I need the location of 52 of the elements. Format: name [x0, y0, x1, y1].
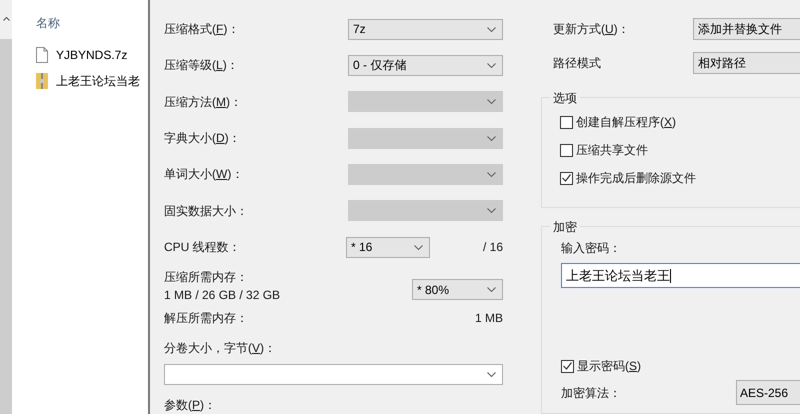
- dropdown[interactable]: 7z: [348, 18, 503, 40]
- file-item[interactable]: YJBYNDS.7z: [36, 46, 148, 64]
- field-label: 固实数据大小：: [164, 202, 248, 220]
- column-header[interactable]: 名称: [36, 14, 148, 32]
- dropdown[interactable]: 0 - 仅存储: [348, 54, 503, 76]
- thread-max: / 16: [482, 239, 503, 256]
- field-label: 输入密码：: [561, 240, 622, 257]
- field-label: 字典大小(D)：: [164, 130, 241, 148]
- field-label: 参数(P)：: [164, 398, 216, 412]
- field-label: 解压所需内存：: [164, 310, 248, 328]
- memory-usage: 1 MB / 26 GB / 32 GB: [164, 286, 280, 304]
- group-title: 选项: [550, 89, 580, 107]
- scrollbar[interactable]: [0, 0, 12, 414]
- file-item[interactable]: 上老王论坛当老: [36, 72, 148, 90]
- checkbox-label: 操作完成后删除源文件: [576, 170, 696, 187]
- zip-folder-icon: [36, 73, 48, 89]
- field-label: CPU 线程数：: [164, 239, 242, 256]
- checkbox-label: 创建自解压程序(X): [576, 114, 676, 131]
- dropdown[interactable]: * 80%: [412, 279, 503, 300]
- field-label: 单词大小(W)：: [164, 166, 244, 184]
- chevron-down-icon: [487, 172, 496, 177]
- field-label: 压缩方法(M)：: [164, 94, 242, 111]
- chevron-down-icon: [487, 287, 496, 292]
- chevron-down-icon: [487, 208, 496, 214]
- field-label: 分卷大小，字节(V)：: [164, 340, 276, 357]
- checkbox[interactable]: [561, 360, 574, 372]
- checkbox-label: 压缩共享文件: [576, 142, 648, 159]
- field-label: 加密算法：: [561, 384, 622, 402]
- field-label: 压缩所需内存：: [164, 268, 249, 286]
- field-label: 路径模式: [553, 56, 601, 70]
- dropdown[interactable]: 添加并替换文件: [693, 18, 800, 40]
- chevron-down-icon: [414, 244, 423, 250]
- checkbox[interactable]: [560, 144, 573, 156]
- chevron-down-icon: [487, 99, 496, 104]
- field-label: 压缩等级(L)：: [164, 57, 239, 74]
- dropdown[interactable]: * 16: [346, 236, 430, 258]
- chevron-down-icon: [487, 62, 496, 68]
- chevron-up-icon: [2, 17, 10, 21]
- document-icon: [36, 47, 48, 63]
- field-label: 更新方式(U)：: [553, 22, 630, 36]
- checkbox-label: 显示密码(S): [577, 358, 642, 375]
- checkbox[interactable]: [560, 116, 573, 128]
- chevron-down-icon: [487, 26, 496, 32]
- memory-value: 1 MB: [474, 310, 503, 328]
- dropdown[interactable]: AES-256: [736, 380, 800, 405]
- checkbox[interactable]: [560, 172, 573, 184]
- dropdown[interactable]: 相对路径: [693, 52, 800, 74]
- volume-size-combo[interactable]: [164, 364, 503, 385]
- field-label: 压缩格式(F)：: [164, 21, 240, 38]
- chevron-down-icon: [487, 372, 496, 378]
- password-field[interactable]: 上老王论坛当老王: [561, 263, 800, 288]
- chevron-down-icon: [487, 136, 496, 141]
